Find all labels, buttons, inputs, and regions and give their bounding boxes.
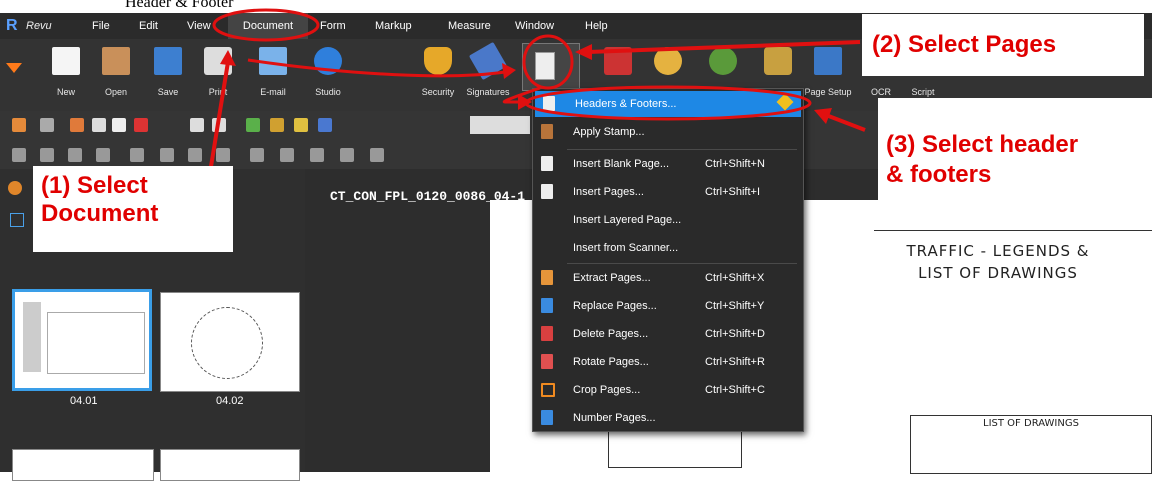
step1-callout-line-2: Document	[41, 200, 159, 227]
step1-callout-line-1: (1) Select	[41, 172, 148, 199]
step2-arrow	[587, 40, 861, 54]
pages-button-highlight	[522, 34, 574, 90]
step3-arrow	[825, 113, 866, 132]
step2-callout: (2) Select Pages	[862, 14, 1144, 76]
step3-callout: (3) Select header & footers	[878, 98, 1152, 210]
step3-callout-line-1: (3) Select header	[886, 131, 1079, 158]
step2-arrowhead	[575, 44, 592, 60]
flow-arrow	[247, 58, 506, 78]
headers-footers-highlight	[524, 85, 812, 121]
step3-callout-line-2: & footers	[886, 161, 992, 188]
flow-arrowhead	[502, 63, 516, 79]
step1-arrowhead	[220, 50, 236, 66]
step1-callout: (1) Select Document	[33, 166, 233, 252]
document-menu-highlight	[212, 8, 320, 42]
